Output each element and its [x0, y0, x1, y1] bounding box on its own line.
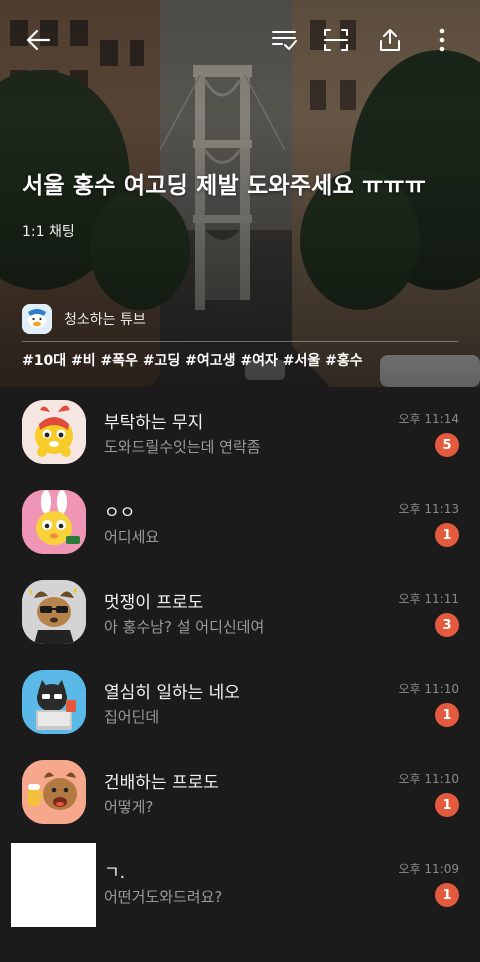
- unread-badge: 5: [435, 433, 459, 457]
- chat-row[interactable]: 부탁하는 무지 도와드릴수잇는데 연락좀 오후 11:14 5: [0, 387, 480, 477]
- unread-badge: 3: [435, 613, 459, 637]
- chat-time: 오후 11:14: [398, 412, 459, 426]
- chat-time: 오후 11:13: [398, 502, 459, 516]
- chat-row[interactable]: ㅇㅇ 어디세요 오후 11:13 1: [0, 477, 480, 567]
- chat-name: ㄱ.: [104, 863, 126, 883]
- profile-avatar-neo-working: [22, 670, 86, 734]
- chat-last-message: 도와드릴수잇는데 연락좀: [104, 438, 261, 456]
- neo-laptop-icon: [22, 670, 86, 734]
- muzi-character-icon: [22, 400, 86, 464]
- more-vert-icon: [439, 28, 445, 52]
- more-options-button[interactable]: [424, 22, 460, 58]
- chat-name: 부탁하는 무지: [104, 413, 204, 433]
- share-upload-icon: [380, 29, 400, 51]
- top-bar: [0, 0, 480, 78]
- profile-avatar-frodo-cool: [22, 580, 86, 644]
- header-divider: [22, 341, 458, 342]
- tube-character-icon: [22, 304, 52, 334]
- room-title: 서울 홍수 여고딩 제발 도와주세요 ㅠㅠㅠ: [22, 173, 427, 199]
- chat-time: 오후 11:09: [398, 862, 459, 876]
- scan-frame-icon: [324, 29, 348, 51]
- chat-type-label: 1:1 채팅: [22, 224, 75, 240]
- chat-last-message: 집어딘데: [104, 708, 160, 726]
- frodo-sunglasses-icon: [22, 580, 86, 644]
- profile-avatar-muzi-pleading: [22, 400, 86, 464]
- sort-check-icon: [272, 31, 297, 50]
- share-button[interactable]: [372, 22, 408, 58]
- chat-last-message: 어떻게?: [104, 798, 154, 816]
- chat-time: 오후 11:10: [398, 772, 459, 786]
- profile-avatar-blank: [11, 843, 96, 927]
- sort-filter-button[interactable]: [266, 22, 302, 58]
- host-avatar: [22, 304, 52, 334]
- open-chat-room: 서울 홍수 여고딩 제발 도와주세요 ㅠㅠㅠ 1:1 채팅 청소하는 튜브 #1…: [0, 0, 480, 962]
- chat-time: 오후 11:11: [398, 592, 459, 606]
- chat-name: 열심히 일하는 네오: [104, 683, 240, 703]
- frodo-beer-icon: [22, 760, 86, 824]
- chat-name: ㅇㅇ: [104, 503, 136, 523]
- room-header: 서울 홍수 여고딩 제발 도와주세요 ㅠㅠㅠ 1:1 채팅 청소하는 튜브 #1…: [0, 0, 480, 387]
- room-host[interactable]: 청소하는 튜브: [22, 303, 146, 335]
- capture-button[interactable]: [318, 22, 354, 58]
- chat-time: 오후 11:10: [398, 682, 459, 696]
- muzi-rabbit-icon: [22, 490, 86, 554]
- back-arrow-icon: [26, 29, 51, 51]
- chat-row[interactable]: 멋쟁이 프로도 아 홍수남? 설 어디신데여 오후 11:11 3: [0, 567, 480, 657]
- room-hashtags: #10대 #비 #폭우 #고딩 #여고생 #여자 #서울 #홍수: [22, 353, 363, 369]
- chat-name: 건배하는 프로도: [104, 773, 219, 793]
- host-name: 청소하는 튜브: [64, 312, 146, 328]
- chat-last-message: 아 홍수남? 설 어디신데여: [104, 618, 265, 636]
- chat-name: 멋쟁이 프로도: [104, 593, 204, 613]
- back-button[interactable]: [20, 22, 56, 58]
- unread-badge: 1: [435, 703, 459, 727]
- profile-avatar-frodo-cheers: [22, 760, 86, 824]
- chat-last-message: 어떤거도와드려요?: [104, 888, 223, 906]
- chat-row[interactable]: 건배하는 프로도 어떻게? 오후 11:10 1: [0, 747, 480, 837]
- profile-avatar-muzi-pink: [22, 490, 86, 554]
- chat-list: 부탁하는 무지 도와드릴수잇는데 연락좀 오후 11:14 5 ㅇㅇ 어디세요 …: [0, 387, 480, 927]
- unread-badge: 1: [435, 793, 459, 817]
- unread-badge: 1: [435, 523, 459, 547]
- unread-badge: 1: [435, 883, 459, 907]
- chat-last-message: 어디세요: [104, 528, 160, 546]
- chat-row[interactable]: 열심히 일하는 네오 집어딘데 오후 11:10 1: [0, 657, 480, 747]
